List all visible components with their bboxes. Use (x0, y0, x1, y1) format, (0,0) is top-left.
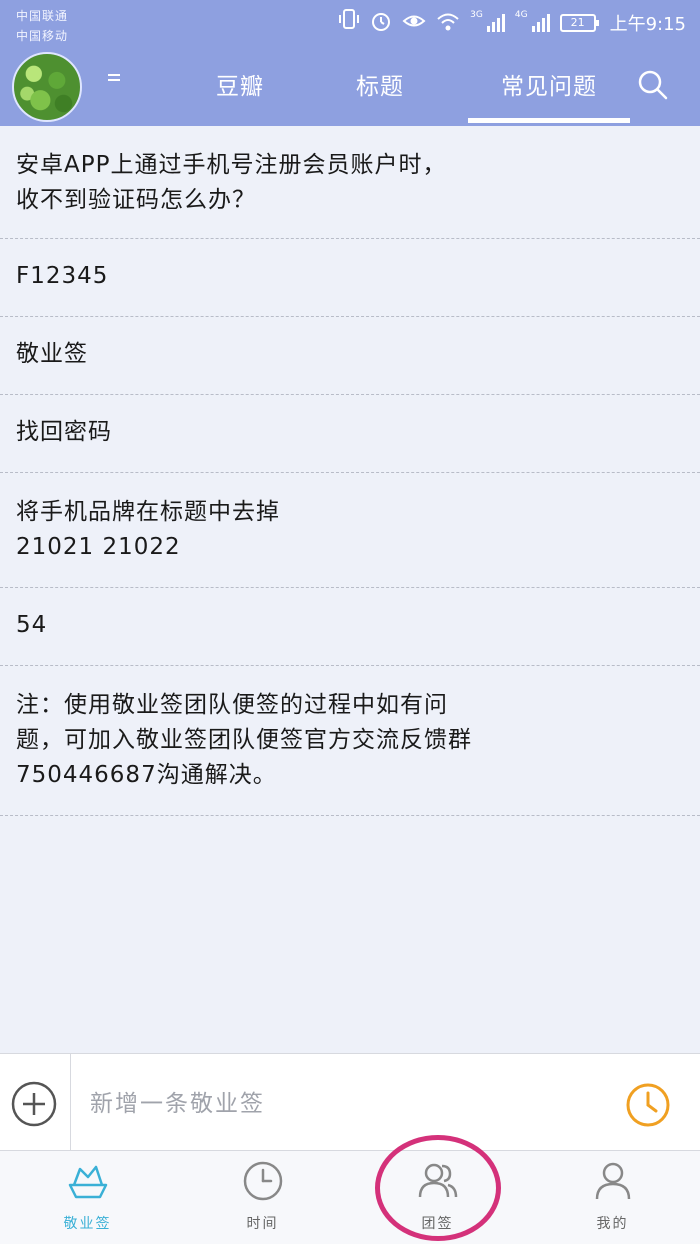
nav-label: 时间 (246, 1216, 279, 1232)
header: 豆瓣 标题 常见问题 (0, 48, 700, 126)
status-time: 上午9:15 (609, 14, 686, 35)
battery-icon: 21 (559, 14, 599, 32)
boat-icon (68, 1165, 108, 1199)
list-item[interactable]: F12345 (0, 239, 700, 317)
tab-faq[interactable]: 常见问题 (468, 48, 630, 126)
nav-label: 敬业签 (63, 1216, 112, 1232)
avatar[interactable] (12, 52, 82, 122)
divider (70, 1054, 71, 1152)
signal-icon (486, 14, 505, 32)
nav-item-jingyeqian[interactable]: 敬业签 (0, 1151, 175, 1244)
add-button[interactable] (10, 1080, 58, 1128)
list-item[interactable]: 注：使用敬业签团队便签的过程中如有问 题，可加入敬业签团队便签官方交流反馈群 7… (0, 666, 700, 816)
reminder-clock-icon[interactable] (624, 1081, 672, 1129)
nav-label: 我的 (596, 1216, 629, 1232)
tab-title[interactable]: 标题 (330, 48, 430, 126)
clock-icon (243, 1161, 283, 1201)
note-list: 安卓APP上通过手机号注册会员账户时， 收不到验证码怎么办？ F12345 敬业… (0, 126, 700, 816)
status-icons: 3G 4G 21 上午9:15 (338, 8, 686, 38)
eye-icon (402, 10, 426, 37)
person-icon (595, 1162, 631, 1200)
bottom-nav: 敬业签 时间 团签 我的 (0, 1151, 700, 1244)
add-note-bar (0, 1053, 700, 1152)
new-note-input[interactable] (90, 1082, 570, 1126)
nav-item-time[interactable]: 时间 (175, 1151, 350, 1244)
search-icon[interactable] (636, 68, 670, 102)
nav-item-mine[interactable]: 我的 (525, 1151, 700, 1244)
highlight-annotation (375, 1135, 501, 1241)
list-item[interactable]: 安卓APP上通过手机号注册会员账户时， 收不到验证码怎么办？ (0, 126, 700, 239)
status-bar: 中国联通 中国移动 3G 4G 21 上午9:15 (0, 0, 700, 48)
carrier-2: 中国移动 (16, 29, 69, 43)
vibrate-icon (338, 8, 360, 38)
list-item[interactable]: 找回密码 (0, 395, 700, 473)
menu-icon[interactable] (108, 74, 122, 88)
active-tab-indicator (468, 118, 630, 123)
list-item[interactable]: 敬业签 (0, 317, 700, 395)
alarm-icon (370, 10, 392, 37)
list-item[interactable]: 将手机品牌在标题中去掉 21021 21022 (0, 473, 700, 588)
signal-icon (531, 14, 550, 32)
network-type-1: 3G (470, 10, 483, 20)
carrier-1: 中国联通 (16, 9, 69, 23)
network-type-2: 4G (514, 10, 528, 20)
tab-douban[interactable]: 豆瓣 (190, 48, 290, 126)
wifi-icon (436, 10, 460, 37)
list-item[interactable]: 54 (0, 588, 700, 666)
